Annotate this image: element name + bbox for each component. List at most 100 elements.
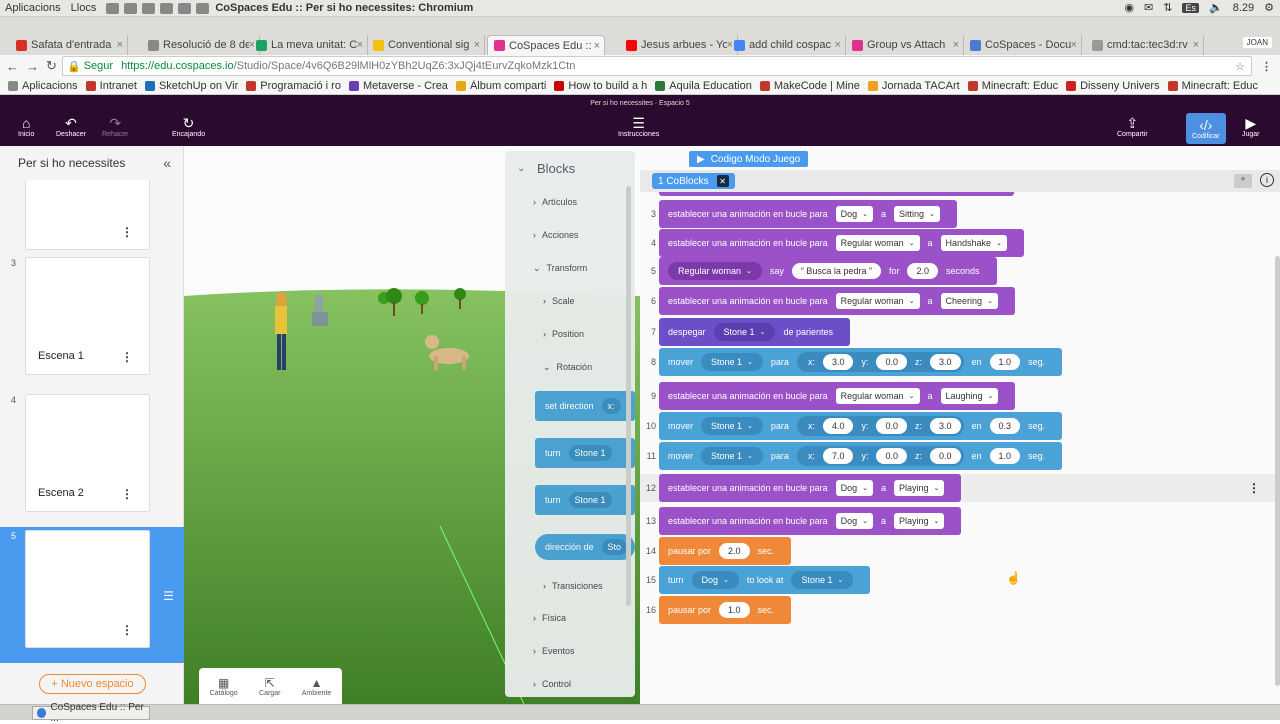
animation-dropdown[interactable]: Cheering ⌄ (940, 293, 998, 309)
more-icon[interactable]: ⋮ (121, 350, 133, 364)
close-tab-icon[interactable]: × (835, 39, 841, 51)
animation-dropdown[interactable]: Regular woman ⌄ (835, 388, 920, 404)
palette-block[interactable]: turn Stone 1 (535, 438, 635, 468)
power-icon[interactable]: ⚙ (1264, 1, 1274, 14)
back-icon[interactable]: ← (6, 59, 20, 74)
palette-scrollbar[interactable] (626, 186, 631, 606)
number-input[interactable]: 3.0 (930, 418, 961, 434)
launcher-icon[interactable] (178, 2, 192, 14)
palette-block[interactable]: set direction x: (535, 391, 635, 421)
code-block[interactable]: mover Stone 1 ⌄ para x: 7.0 y: 0.0 z: 0.0 en 1.0 seg… (659, 442, 1063, 470)
add-tab-button[interactable]: + (1234, 174, 1252, 188)
instructions-button[interactable]: ☰ Instrucciones (618, 115, 659, 138)
value-input[interactable]: “ Busca la pedra ” (791, 263, 881, 279)
animation-dropdown[interactable]: Dog ⌄ (835, 480, 873, 496)
code-block[interactable]: despegar Stone 1 ⌄ de parientes (659, 318, 850, 346)
reload-icon[interactable]: ↻ (46, 58, 60, 74)
palette-block[interactable]: turn Stone 1 (535, 485, 635, 515)
chevron-down-icon[interactable]: ⌄ (517, 163, 525, 174)
more-icon[interactable]: ⋮ (1248, 481, 1260, 495)
bookmark-item[interactable]: Programació i ro (246, 80, 341, 92)
palette-category[interactable]: › Transiciones (543, 581, 603, 591)
value-input[interactable]: 2.0 (907, 263, 938, 279)
code-block[interactable]: mover Stone 1 ⌄ para x: 3.0 y: 0.0 z: 3.0 en 1.0 seg… (659, 348, 1063, 376)
browser-tab[interactable]: Safata d'entrada × (10, 35, 128, 55)
bookmark-item[interactable]: Àlbum comparti (455, 80, 546, 92)
code-block[interactable]: establecer una animación en bucle para Do… (659, 200, 957, 228)
mail-icon[interactable]: ✉ (1144, 1, 1153, 14)
tray-icon[interactable]: ◉ (1124, 1, 1134, 14)
volume-icon[interactable]: 🔈 (1209, 1, 1223, 14)
launcher-icon[interactable] (196, 2, 210, 14)
object-dropdown[interactable]: Stone 1 ⌄ (791, 571, 854, 589)
object-dropdown[interactable]: Stone 1 ⌄ (713, 323, 776, 341)
selected-scene[interactable]: 5 ⋮ ☰ (0, 527, 184, 663)
code-block[interactable]: mover Stone 1 ⌄ para x: 4.0 y: 0.0 z: 3.0 en 0.3 seg… (659, 412, 1063, 440)
value-input[interactable]: 1.0 (989, 448, 1021, 464)
browser-tab[interactable]: add child cospac × (728, 35, 846, 55)
browser-tab[interactable]: Group vs Attach × (846, 35, 964, 55)
menu-places[interactable]: Llocs (66, 2, 102, 14)
bookmark-item[interactable]: Minecraft: Educ (967, 80, 1058, 92)
share-button[interactable]: ⇪ Compartir (1117, 115, 1148, 138)
info-icon[interactable]: i (1260, 173, 1274, 187)
object-dropdown[interactable]: Stone 1 ⌄ (701, 353, 763, 371)
code-block[interactable]: establecer una animación en bucle para Do… (659, 474, 962, 502)
network-icon[interactable]: ⇅ (1163, 1, 1172, 14)
animation-dropdown[interactable]: Handshake ⌄ (940, 235, 1007, 251)
code-block[interactable]: establecer una animación en bucle para Do… (659, 507, 962, 535)
code-block[interactable]: establecer una animación en bucle para Re… (659, 382, 1016, 410)
number-input[interactable]: 0.0 (876, 354, 907, 370)
palette-category[interactable]: › Artículos (533, 197, 577, 207)
bookmark-item[interactable]: Aplicacions (8, 80, 78, 92)
browser-tab[interactable]: Conventional sig × (367, 35, 485, 55)
animation-dropdown[interactable]: Playing ⌄ (894, 513, 945, 529)
scene-card[interactable]: Escena 2 ⋮ (25, 394, 150, 512)
number-input[interactable]: 0.0 (876, 448, 907, 464)
animation-dropdown[interactable]: Dog ⌄ (835, 513, 873, 529)
stone-object[interactable] (315, 295, 323, 313)
profile-badge[interactable]: JOAN (1242, 37, 1272, 48)
url-field[interactable]: 🔒 Segur https://edu.cospaces.io /Studio/… (62, 56, 1252, 76)
close-tab-icon[interactable]: × (594, 40, 600, 52)
catalog-button[interactable]: ▦ Catálogo (210, 676, 238, 697)
number-input[interactable]: 3.0 (930, 354, 961, 370)
list-icon[interactable]: ☰ (163, 589, 174, 603)
object-dropdown[interactable]: Stone 1 ⌄ (701, 417, 763, 435)
game-mode-button[interactable]: ▶ Codigo Modo Juego (689, 151, 809, 167)
palette-category[interactable]: › Física (533, 613, 566, 623)
code-button[interactable]: ‹/› Codificar (1186, 113, 1226, 144)
value-input[interactable]: 0.3 (989, 418, 1021, 434)
bookmark-item[interactable]: Disseny Univers (1066, 80, 1160, 92)
palette-category[interactable]: › Control (533, 679, 571, 689)
value-input[interactable]: 1.0 (719, 602, 750, 618)
object-dropdown[interactable]: Regular woman ⌄ (668, 262, 762, 280)
collapse-icon[interactable]: « (163, 155, 171, 171)
bookmark-item[interactable]: How to build a h (554, 80, 647, 92)
browser-tab[interactable]: CoSpaces - Docu × (964, 35, 1082, 55)
animation-dropdown[interactable]: Dog ⌄ (835, 206, 873, 222)
object-dropdown[interactable]: Stone 1 ⌄ (701, 447, 763, 465)
scene-card[interactable]: Escena 1 ⋮ (25, 257, 150, 375)
palette-category[interactable]: › Acciones (533, 230, 579, 240)
home-button[interactable]: ⌂ Inicio (18, 115, 34, 138)
close-tab-icon[interactable]: × (1071, 39, 1077, 51)
palette-category[interactable]: ⌄ Transform (533, 263, 587, 274)
bookmark-item[interactable]: Jornada TACArt (867, 80, 960, 92)
clock[interactable]: 8.29 (1233, 2, 1254, 14)
animation-dropdown[interactable]: Regular woman ⌄ (835, 235, 920, 251)
snap-button[interactable]: ↻ Encajando (172, 115, 205, 138)
upload-button[interactable]: ⇱ Cargar (259, 676, 280, 697)
menu-apps[interactable]: Aplicacions (0, 2, 66, 14)
bookmark-item[interactable]: MakeCode | Mine (759, 80, 860, 92)
code-block[interactable]: turn Dog ⌄ to look at Stone 1 ⌄ (659, 566, 871, 594)
keyboard-layout[interactable]: Es (1182, 2, 1199, 13)
bookmark-item[interactable]: Aquila Education (655, 80, 752, 92)
palette-category[interactable]: › Scale (543, 296, 575, 306)
animation-dropdown[interactable]: Playing ⌄ (894, 480, 945, 496)
number-input[interactable]: 0.0 (876, 418, 907, 434)
browser-tab[interactable]: La meva unitat: C × (250, 35, 368, 55)
new-space-button[interactable]: + Nuevo espacio (39, 674, 146, 694)
browser-tab[interactable]: Resolució de 8 de × (142, 35, 260, 55)
bookmark-item[interactable]: Metaverse - Crea (348, 80, 448, 92)
